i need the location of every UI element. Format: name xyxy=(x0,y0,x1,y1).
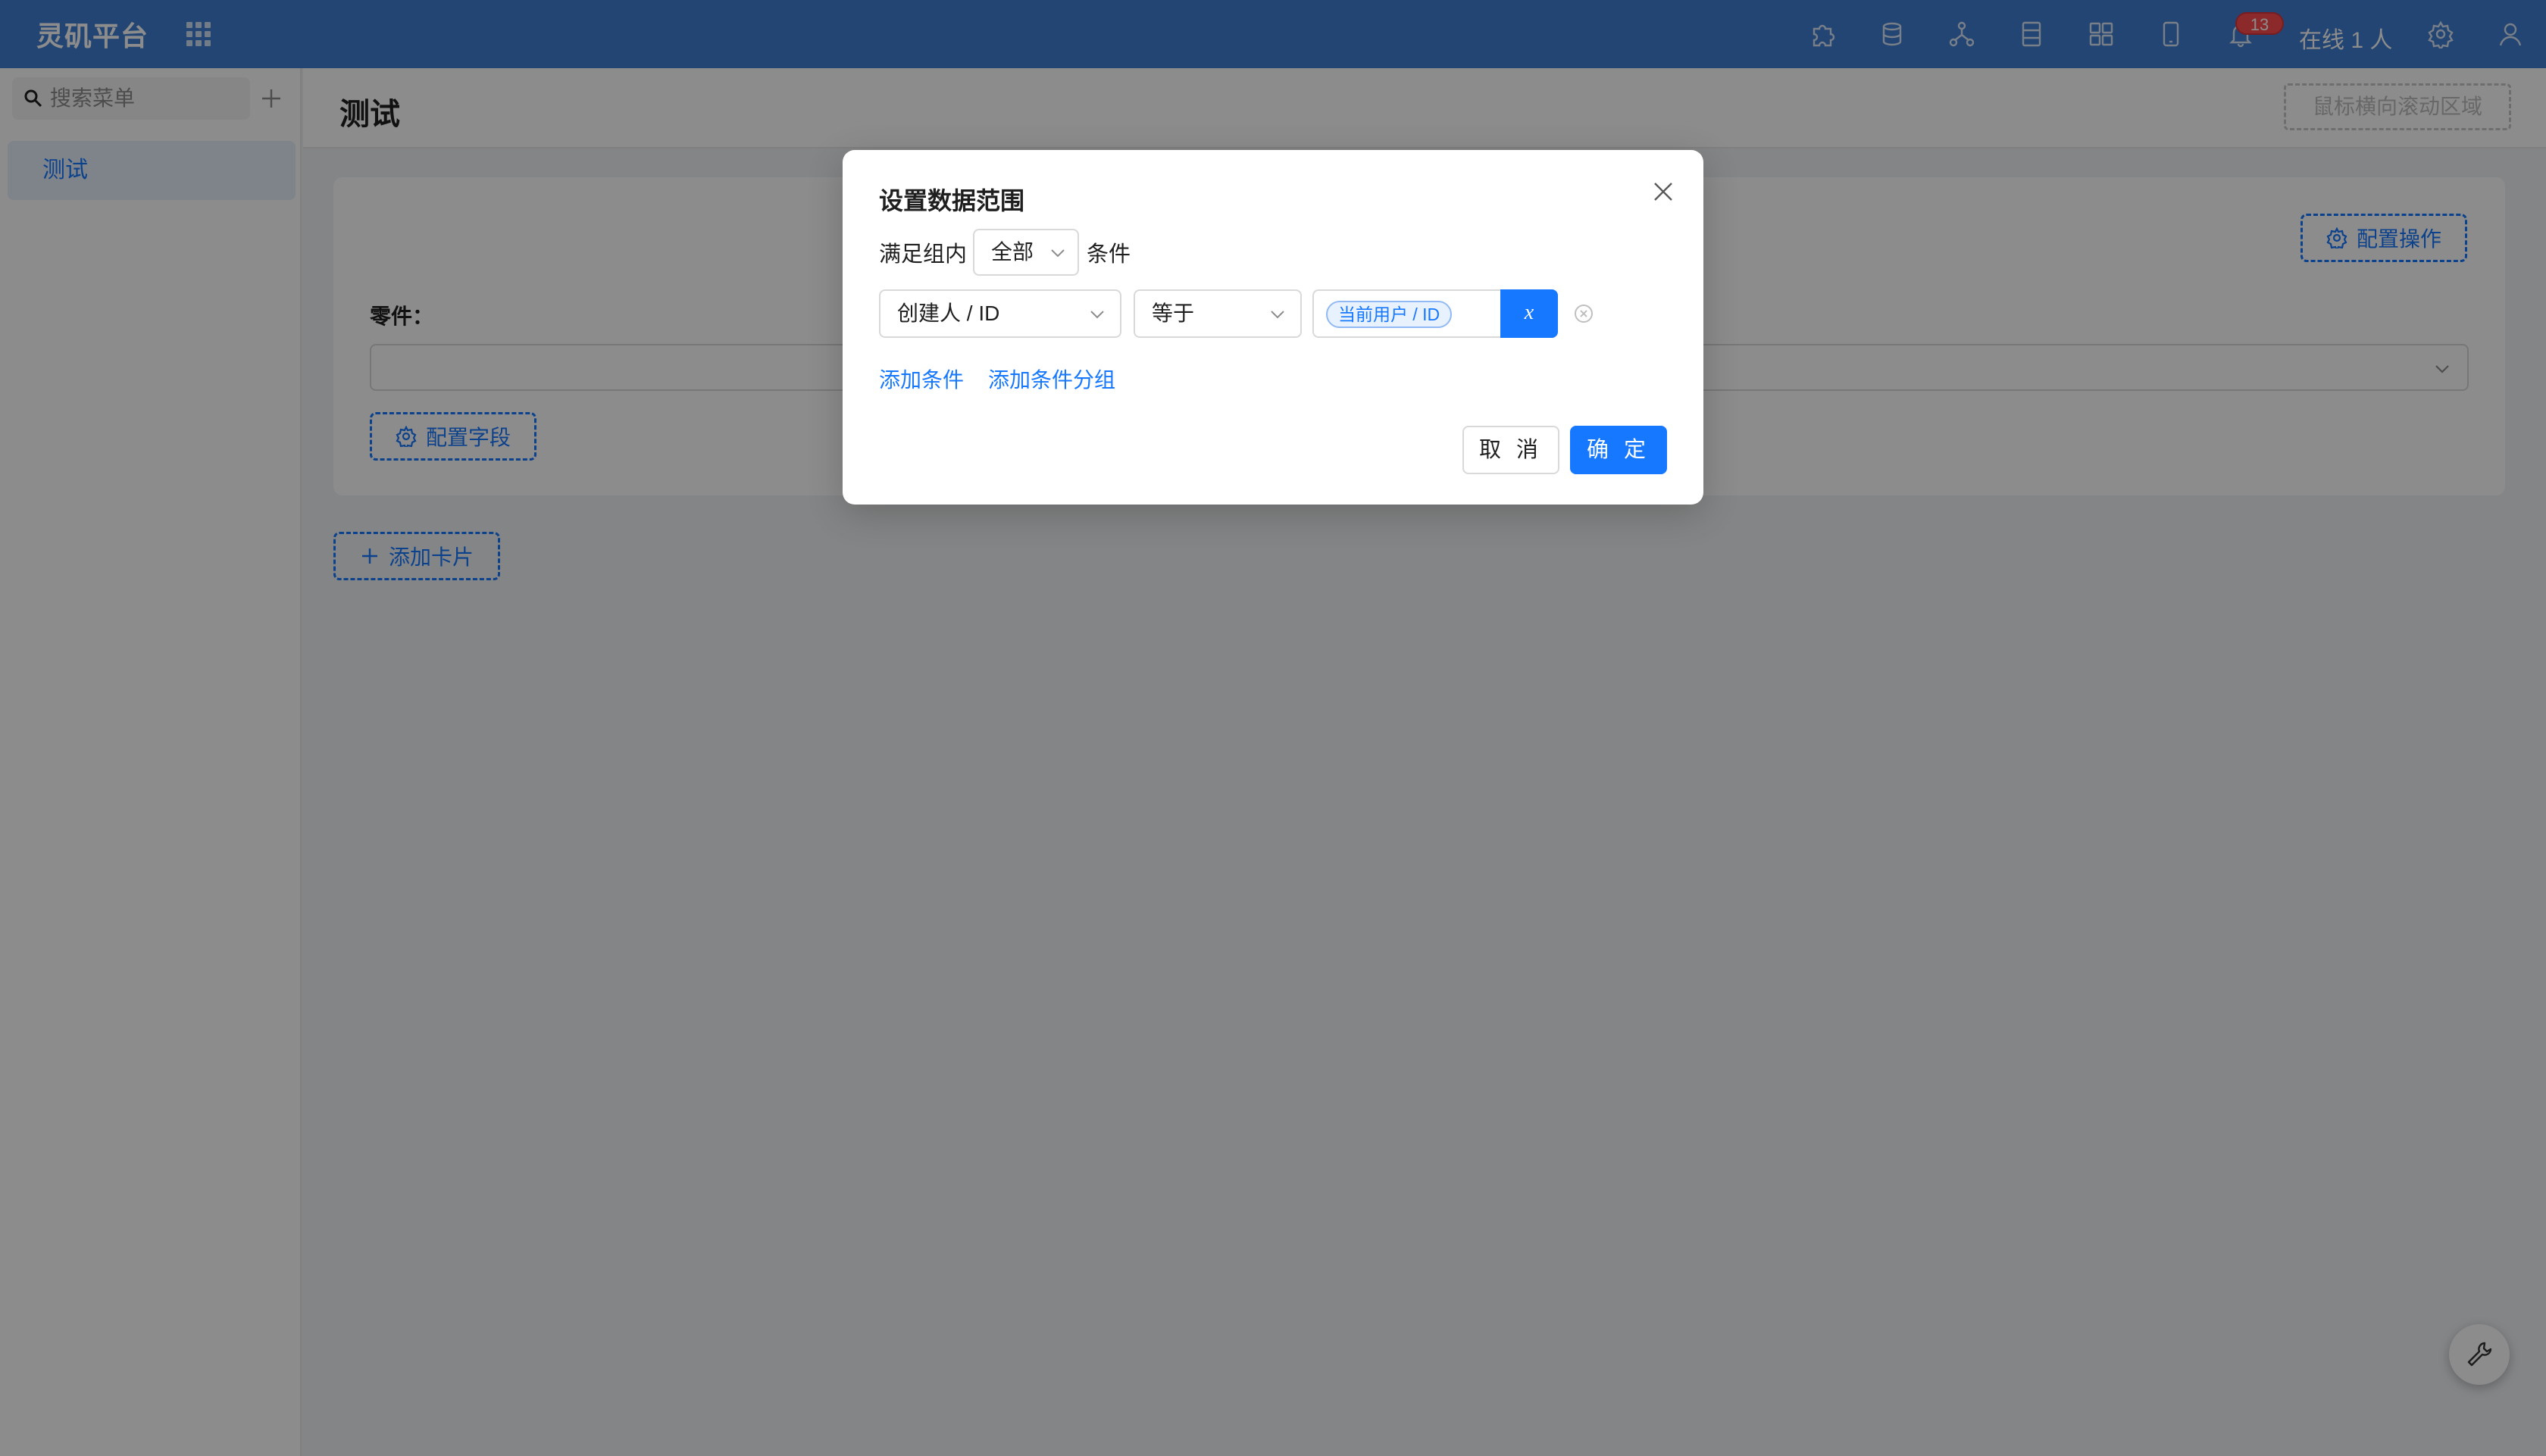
condition-field-select[interactable]: 创建人 / ID xyxy=(879,289,1121,338)
add-links: 添加条件 添加条件分组 xyxy=(879,364,1115,394)
close-icon[interactable] xyxy=(1650,179,1676,205)
confirm-button[interactable]: 确 定 xyxy=(1570,426,1667,474)
condition-operator-value: 等于 xyxy=(1152,302,1195,325)
value-tag[interactable]: 当前用户 / ID xyxy=(1326,301,1453,328)
match-suffix: 条件 xyxy=(1087,242,1131,267)
variable-button[interactable]: x xyxy=(1500,289,1558,338)
add-condition-group-link[interactable]: 添加条件分组 xyxy=(988,364,1115,394)
match-mode-select[interactable]: 全部 xyxy=(973,229,1080,276)
add-condition-link[interactable]: 添加条件 xyxy=(879,364,964,394)
remove-condition-icon[interactable] xyxy=(1573,303,1594,324)
condition-value-input[interactable]: 当前用户 / ID xyxy=(1312,289,1500,338)
match-mode-value: 全部 xyxy=(991,240,1034,264)
match-prefix: 满足组内 xyxy=(879,242,968,267)
match-row: 满足组内 全部 条件 xyxy=(879,229,1131,276)
condition-field-value: 创建人 / ID xyxy=(897,302,1000,325)
chevron-down-icon xyxy=(1090,311,1104,319)
data-range-dialog: 设置数据范围 满足组内 全部 条件 创建人 / ID 等于 当前用户 / ID xyxy=(843,150,1703,505)
chevron-down-icon xyxy=(1271,311,1284,319)
dialog-title: 设置数据范围 xyxy=(879,187,1025,214)
condition-operator-select[interactable]: 等于 xyxy=(1134,289,1302,338)
chevron-down-icon xyxy=(1051,249,1065,258)
cancel-button[interactable]: 取 消 xyxy=(1462,426,1559,474)
